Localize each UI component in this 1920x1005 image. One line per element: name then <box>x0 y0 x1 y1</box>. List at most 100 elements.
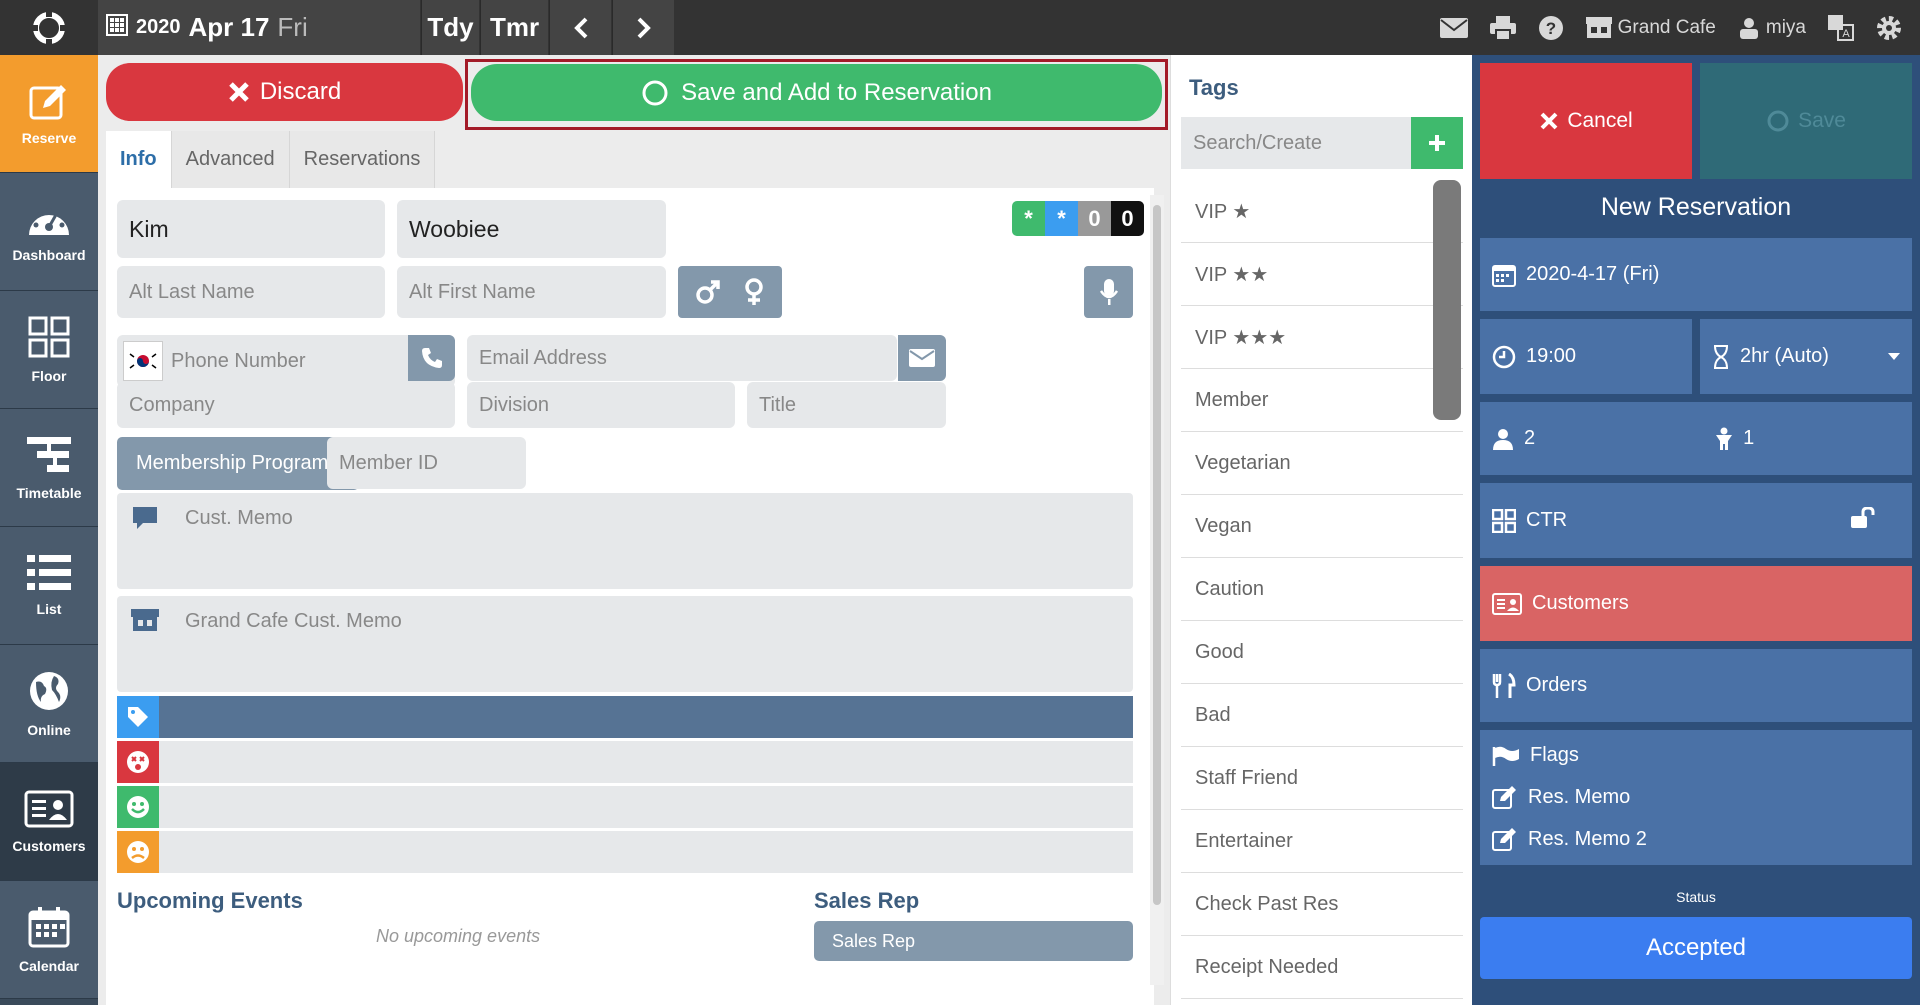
reservation-date[interactable]: 2020-4-17 (Fri) <box>1480 238 1912 311</box>
tag-item[interactable]: Good <box>1181 621 1463 684</box>
tag-item[interactable]: VIP ★★★ <box>1181 306 1463 369</box>
tag-item[interactable]: Vegan <box>1181 495 1463 558</box>
division-field[interactable]: Division <box>467 382 735 428</box>
sidebar-item-floor[interactable]: Floor <box>0 291 98 409</box>
sales-rep-select[interactable]: Sales Rep <box>814 921 1133 961</box>
phone-icon <box>421 348 442 368</box>
gender-selector[interactable] <box>678 266 782 318</box>
sidebar-item-timetable[interactable]: Timetable <box>0 409 98 527</box>
korea-flag-icon[interactable] <box>123 341 163 381</box>
store-icon <box>131 608 159 638</box>
save-button[interactable]: Save <box>1700 63 1912 179</box>
customer-form-panel: Discard Save and Add to Reservation Info… <box>98 55 1170 1005</box>
venue-selector[interactable]: Grand Cafe <box>1585 16 1716 39</box>
caution-flag-row[interactable] <box>117 831 1133 873</box>
tag-item[interactable]: Bad <box>1181 684 1463 747</box>
next-day-button[interactable] <box>612 0 674 55</box>
last-name-field[interactable]: Kim <box>117 200 385 258</box>
voice-input-button[interactable] <box>1084 266 1133 318</box>
table-assignment[interactable]: CTR <box>1480 483 1912 558</box>
reservation-duration[interactable]: 2hr (Auto) <box>1700 319 1912 394</box>
member-id-field[interactable]: Member ID <box>327 437 526 489</box>
company-field[interactable]: Company <box>117 382 455 428</box>
no-upcoming-text: No upcoming events <box>376 926 541 946</box>
settings-gear-icon[interactable] <box>1876 15 1902 41</box>
title-field[interactable]: Title <box>747 382 946 428</box>
tag-item[interactable]: Staff Friend <box>1181 747 1463 810</box>
tag-item[interactable]: Check Past Res <box>1181 873 1463 936</box>
sidebar-item-online[interactable]: Online <box>0 645 98 763</box>
customer-card-icon <box>1492 592 1522 615</box>
tag-item[interactable]: Caution <box>1181 558 1463 621</box>
status-accepted-button[interactable]: Accepted <box>1480 917 1912 979</box>
membership-program-select[interactable]: Membership Program <box>117 437 359 490</box>
tags-title: Tags <box>1189 75 1239 100</box>
language-icon[interactable]: A <box>1828 14 1854 41</box>
call-button[interactable] <box>408 335 455 381</box>
top-toolbar: ? Grand Cafe miya A <box>1439 0 1920 55</box>
female-icon[interactable] <box>743 278 765 306</box>
sidebar-item-calendar[interactable]: Calendar <box>0 881 98 999</box>
first-name-field[interactable]: Woobiee <box>397 200 666 258</box>
tab-reservations[interactable]: Reservations <box>289 131 436 188</box>
add-tag-button[interactable] <box>1411 117 1463 169</box>
flag-icon <box>1492 745 1520 767</box>
tag-item[interactable]: Member <box>1181 369 1463 432</box>
print-icon[interactable] <box>1489 15 1516 40</box>
tag-item[interactable]: Vegetarian <box>1181 432 1463 495</box>
today-button[interactable]: Tdy <box>421 0 479 55</box>
tag-search-input[interactable]: Search/Create <box>1181 117 1411 169</box>
tag-item[interactable]: Receipt Needed <box>1181 936 1463 999</box>
bad-flag-row[interactable] <box>117 741 1133 783</box>
email-field[interactable]: Email Address <box>467 335 897 381</box>
form-scrollbar[interactable] <box>1150 195 1164 985</box>
tag-item[interactable]: VIP ★ <box>1181 180 1463 243</box>
flags-row[interactable]: Flags <box>1480 744 1579 767</box>
tag-list-scrollbar[interactable] <box>1433 180 1461 420</box>
circle-icon <box>642 80 668 105</box>
sidebar-item-dashboard[interactable]: Dashboard <box>0 173 98 291</box>
reservation-time[interactable]: 19:00 <box>1480 319 1692 394</box>
alt-last-name-field[interactable]: Alt Last Name <box>117 266 385 318</box>
tag-list: VIP ★ VIP ★★ VIP ★★★ Member Vegetarian V… <box>1181 180 1463 999</box>
tags-panel: Tags Search/Create VIP ★ VIP ★★ VIP ★★★ … <box>1170 55 1472 1005</box>
tomorrow-button[interactable]: Tmr <box>480 0 548 55</box>
party-size[interactable]: 2 1 <box>1480 402 1912 475</box>
unlock-icon[interactable] <box>1850 505 1876 535</box>
mail-icon[interactable] <box>1439 17 1468 38</box>
tab-advanced[interactable]: Advanced <box>171 131 290 188</box>
sidebar-item-reserve[interactable]: Reserve <box>0 55 98 173</box>
orders-label: Orders <box>1526 674 1588 696</box>
tags-row[interactable] <box>117 696 1133 738</box>
orders-section[interactable]: Orders <box>1480 649 1912 722</box>
date-selector[interactable]: 2020 Apr 17 Fri <box>98 0 420 55</box>
res-memo-row[interactable]: Res. Memo <box>1480 785 1630 809</box>
phone-field[interactable]: Phone Number <box>117 335 455 387</box>
good-flag-row[interactable] <box>117 786 1133 828</box>
tab-info[interactable]: Info <box>106 131 172 188</box>
cust-memo-field[interactable]: Cust. Memo <box>117 493 1133 589</box>
badge-green: * <box>1012 201 1045 236</box>
save-label: Save <box>1798 109 1846 132</box>
customers-section[interactable]: Customers <box>1480 566 1912 641</box>
user-menu[interactable]: miya <box>1738 17 1806 39</box>
send-email-button[interactable] <box>898 335 946 381</box>
clock-icon <box>1492 345 1516 369</box>
male-icon[interactable] <box>695 279 721 305</box>
tag-item[interactable]: VIP ★★ <box>1181 243 1463 306</box>
app-logo-icon[interactable] <box>0 0 98 55</box>
save-and-add-button[interactable]: Save and Add to Reservation <box>471 64 1162 121</box>
cancel-button[interactable]: Cancel <box>1480 63 1692 179</box>
prev-day-button[interactable] <box>549 0 611 55</box>
tag-item[interactable]: Entertainer <box>1181 810 1463 873</box>
help-icon[interactable]: ? <box>1538 15 1564 41</box>
date-weekday: Fri <box>277 12 308 42</box>
svg-text:?: ? <box>1545 19 1555 38</box>
venue-cust-memo-field[interactable]: Grand Cafe Cust. Memo <box>117 596 1133 692</box>
sidebar-item-list[interactable]: List <box>0 527 98 645</box>
sidebar-item-customers[interactable]: Customers <box>0 763 98 881</box>
alt-first-name-field[interactable]: Alt First Name <box>397 266 666 318</box>
discard-button[interactable]: Discard <box>106 63 463 121</box>
reservation-title: New Reservation <box>1600 193 1792 221</box>
res-memo2-row[interactable]: Res. Memo 2 <box>1480 827 1647 851</box>
